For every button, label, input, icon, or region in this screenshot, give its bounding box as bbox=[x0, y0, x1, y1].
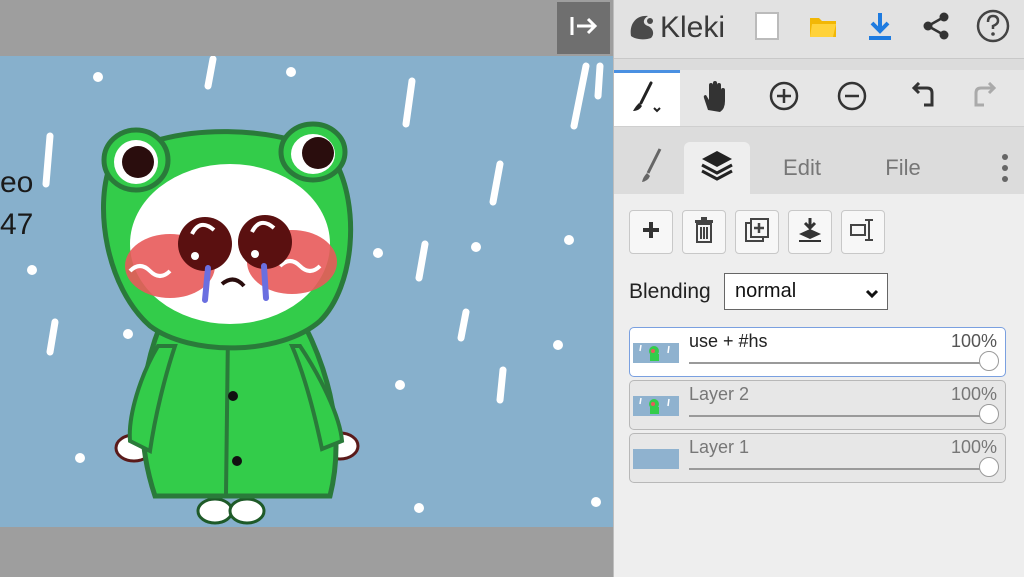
zoom-in-button[interactable] bbox=[762, 70, 806, 126]
blending-select[interactable]: normal bbox=[724, 273, 888, 310]
layer-thumbnail bbox=[633, 343, 679, 363]
open-file-button[interactable] bbox=[800, 6, 846, 50]
top-bar: Kleki bbox=[614, 0, 1024, 59]
layer-opacity: 100% bbox=[950, 384, 997, 404]
kleki-logo-icon bbox=[626, 10, 658, 47]
tab-layers[interactable] bbox=[684, 142, 750, 194]
layer-row[interactable]: Layer 1 100% bbox=[629, 433, 1006, 483]
tool-row bbox=[614, 70, 1024, 127]
zoom-out-button[interactable] bbox=[830, 70, 874, 126]
merge-down-icon bbox=[797, 217, 823, 248]
share-button[interactable] bbox=[913, 6, 959, 50]
help-button[interactable] bbox=[970, 6, 1016, 50]
more-menu-button[interactable] bbox=[1001, 152, 1009, 184]
help-icon bbox=[976, 9, 1010, 48]
tab-brush-settings[interactable] bbox=[626, 142, 676, 194]
layer-name: Layer 1 bbox=[689, 437, 750, 457]
opacity-slider-handle[interactable] bbox=[979, 457, 999, 477]
opacity-slider-handle[interactable] bbox=[979, 404, 999, 424]
download-button[interactable] bbox=[857, 6, 903, 50]
canvas-side-text-2: 47 bbox=[0, 208, 34, 241]
new-image-icon bbox=[754, 11, 780, 46]
opacity-slider-track[interactable] bbox=[689, 468, 989, 470]
trash-icon bbox=[693, 216, 715, 248]
redo-button[interactable] bbox=[965, 70, 1009, 126]
layers-icon bbox=[699, 148, 735, 188]
brush-icon bbox=[627, 77, 667, 122]
blending-value: normal bbox=[735, 280, 797, 302]
collapse-arrow-icon bbox=[569, 14, 599, 43]
opacity-slider-track[interactable] bbox=[689, 415, 989, 417]
layer-opacity: 100% bbox=[950, 437, 997, 457]
app-name: Kleki bbox=[660, 11, 726, 44]
opacity-slider-track[interactable] bbox=[689, 362, 989, 364]
redo-icon bbox=[972, 81, 1002, 115]
layer-thumbnail bbox=[633, 449, 679, 469]
tab-file[interactable]: File bbox=[870, 142, 936, 194]
download-icon bbox=[866, 11, 894, 46]
hand-icon bbox=[699, 80, 729, 117]
merge-down-button[interactable] bbox=[788, 210, 832, 254]
layers-panel: Blending normal use + #hs 100% Layer 2 1… bbox=[614, 194, 1024, 577]
layer-row[interactable]: Layer 2 100% bbox=[629, 380, 1006, 430]
layer-thumbnail bbox=[633, 396, 679, 416]
rename-layer-button[interactable] bbox=[841, 210, 885, 254]
opacity-slider-handle[interactable] bbox=[979, 351, 999, 371]
drawing-artwork bbox=[27, 56, 604, 525]
rename-icon bbox=[849, 217, 877, 248]
plus-icon bbox=[641, 220, 661, 245]
zoom-out-icon bbox=[836, 80, 868, 117]
layer-row[interactable]: use + #hs 100% bbox=[629, 327, 1006, 377]
duplicate-icon bbox=[744, 217, 770, 248]
share-icon bbox=[921, 11, 951, 46]
kleki-logo[interactable]: Kleki bbox=[626, 8, 725, 48]
tab-row: Edit File bbox=[614, 138, 1024, 194]
layer-name: use + #hs bbox=[689, 331, 768, 351]
layer-opacity: 100% bbox=[950, 331, 997, 351]
chevron-down-icon bbox=[865, 284, 879, 307]
toggle-panel-button[interactable] bbox=[557, 2, 610, 54]
zoom-in-icon bbox=[768, 80, 800, 117]
new-image-button[interactable] bbox=[744, 6, 790, 50]
canvas-area[interactable]: eo 47 bbox=[0, 0, 613, 577]
undo-icon bbox=[906, 81, 936, 115]
duplicate-layer-button[interactable] bbox=[735, 210, 779, 254]
add-layer-button[interactable] bbox=[629, 210, 673, 254]
tab-edit[interactable]: Edit bbox=[766, 142, 838, 194]
undo-button[interactable] bbox=[899, 70, 943, 126]
layer-name: Layer 2 bbox=[689, 384, 750, 404]
canvas-side-text-1: eo bbox=[0, 166, 34, 199]
brush-tool[interactable] bbox=[614, 70, 680, 126]
drawing-canvas[interactable] bbox=[0, 56, 613, 527]
hand-tool[interactable] bbox=[692, 70, 736, 126]
brush-icon bbox=[636, 145, 666, 191]
delete-layer-button[interactable] bbox=[682, 210, 726, 254]
open-folder-icon bbox=[808, 13, 838, 44]
side-panel: Kleki Edit File Blending normal use + #h… bbox=[613, 0, 1024, 577]
blending-label: Blending bbox=[629, 280, 711, 303]
more-dots-icon bbox=[1001, 154, 1009, 188]
